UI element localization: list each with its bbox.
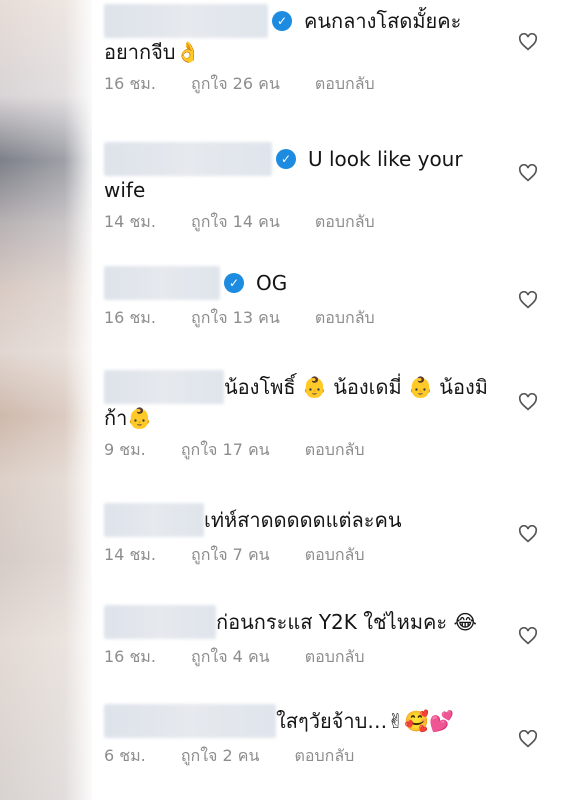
verified-badge-icon: ✓ — [276, 149, 296, 169]
heart-outline-icon[interactable] — [518, 393, 538, 411]
comment-item: น้องโพธิ์ 👶 น้องเดมี่ 👶 น้องมิ ก้า👶 9 ชม… — [104, 370, 508, 463]
comment-time: 16 ชม. — [104, 647, 156, 666]
reply-button[interactable]: ตอบกลับ — [315, 74, 375, 93]
reply-button[interactable]: ตอบกลับ — [305, 647, 365, 666]
comment-time: 14 ชม. — [104, 212, 156, 231]
like-count[interactable]: ถูกใจ 14 คน — [191, 212, 280, 231]
comment-item: ก่อนกระแส Y2K ใช่ไหมคะ 😂 16 ชม. ถูกใจ 4 … — [104, 605, 508, 670]
username-blurred[interactable] — [104, 142, 272, 176]
heart-outline-icon[interactable] — [518, 33, 538, 51]
comment-item: ✓ คนกลางโสดมั้ยคะ อยากจีบ👌 16 ชม. ถูกใจ 2… — [104, 4, 508, 97]
reply-button[interactable]: ตอบกลับ — [305, 545, 365, 564]
username-blurred[interactable] — [104, 266, 220, 300]
comment-text: เท่ห์สาดดดดดแต่ละคน — [204, 508, 402, 532]
heart-outline-icon[interactable] — [518, 730, 538, 748]
comment-text-continued: wife — [104, 178, 146, 202]
comment-item: ✓ U look like your wife 14 ชม. ถูกใจ 14 ค… — [104, 142, 508, 235]
reply-button[interactable]: ตอบกลับ — [295, 746, 355, 765]
like-count[interactable]: ถูกใจ 26 คน — [191, 74, 280, 93]
heart-outline-icon[interactable] — [518, 164, 538, 182]
comment-item: ใสๆวัยจ้าบ…✌🥰💕 6 ชม. ถูกใจ 2 คน ตอบกลับ — [104, 704, 508, 769]
like-count[interactable]: ถูกใจ 13 คน — [191, 308, 280, 327]
comment-text: น้องโพธิ์ 👶 น้องเดมี่ 👶 น้องมิ — [224, 375, 488, 399]
heart-outline-icon[interactable] — [518, 291, 538, 309]
comment-text: U look like your — [308, 147, 463, 171]
comment-time: 16 ชม. — [104, 74, 156, 93]
comment-time: 14 ชม. — [104, 545, 156, 564]
reply-button[interactable]: ตอบกลับ — [305, 440, 365, 459]
comment-text: ใสๆวัยจ้าบ…✌🥰💕 — [276, 709, 454, 733]
comment-item: ✓ OG 16 ชม. ถูกใจ 13 คน ตอบกลับ — [104, 266, 508, 331]
reply-button[interactable]: ตอบกลับ — [315, 308, 375, 327]
like-count[interactable]: ถูกใจ 17 คน — [181, 440, 270, 459]
comment-text: ก่อนกระแส Y2K ใช่ไหมคะ 😂 — [216, 610, 477, 634]
comment-time: 9 ชม. — [104, 440, 146, 459]
like-count[interactable]: ถูกใจ 7 คน — [191, 545, 270, 564]
comment-text-continued: ก้า👶 — [104, 406, 153, 430]
like-count[interactable]: ถูกใจ 4 คน — [191, 647, 270, 666]
verified-badge-icon: ✓ — [272, 11, 292, 31]
comment-time: 16 ชม. — [104, 308, 156, 327]
comment-text-continued: อยากจีบ👌 — [104, 40, 201, 64]
heart-outline-icon[interactable] — [518, 627, 538, 645]
comment-time: 6 ชม. — [104, 746, 146, 765]
avatar-column — [0, 0, 92, 800]
comment-text: OG — [256, 271, 288, 295]
username-blurred[interactable] — [104, 605, 216, 639]
username-blurred[interactable] — [104, 370, 224, 404]
username-blurred[interactable] — [104, 4, 268, 38]
comment-text: คนกลางโสดมั้ยคะ — [304, 9, 462, 33]
comment-item: เท่ห์สาดดดดดแต่ละคน 14 ชม. ถูกใจ 7 คน ตอ… — [104, 503, 508, 568]
heart-outline-icon[interactable] — [518, 525, 538, 543]
reply-button[interactable]: ตอบกลับ — [315, 212, 375, 231]
username-blurred[interactable] — [104, 704, 276, 738]
verified-badge-icon: ✓ — [224, 273, 244, 293]
username-blurred[interactable] — [104, 503, 204, 537]
like-count[interactable]: ถูกใจ 2 คน — [181, 746, 260, 765]
